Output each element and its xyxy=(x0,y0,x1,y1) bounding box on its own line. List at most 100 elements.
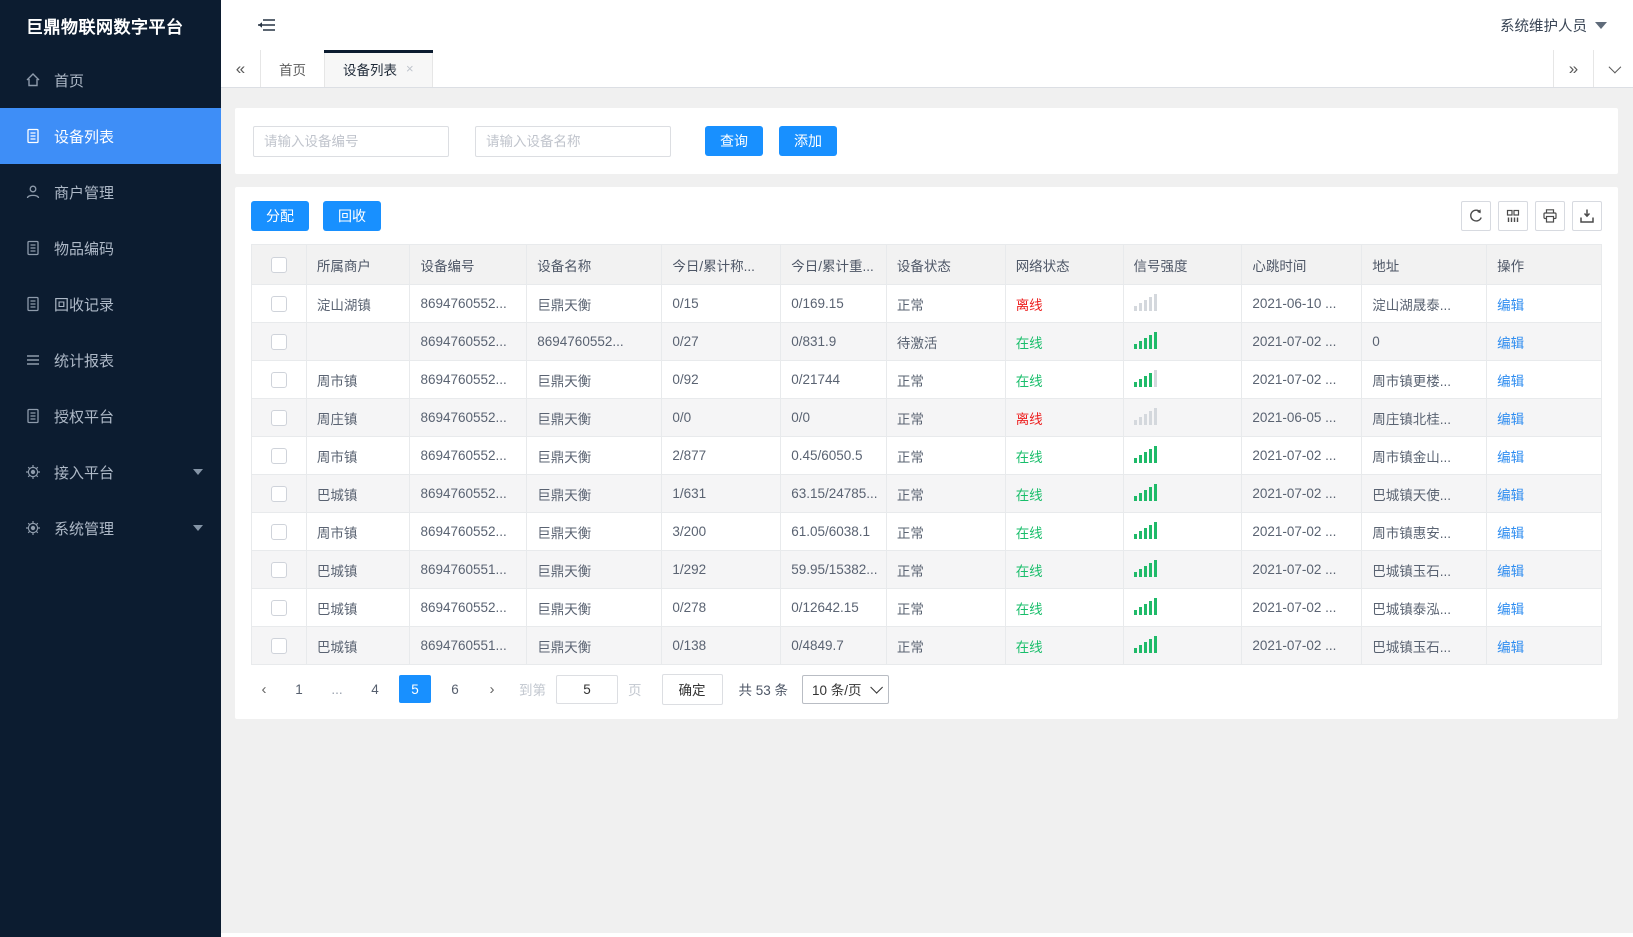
prev-page-icon[interactable]: ‹ xyxy=(251,675,277,703)
edit-link[interactable]: 编辑 xyxy=(1497,412,1524,427)
goto-label: 到第 xyxy=(519,683,546,698)
edit-link[interactable]: 编辑 xyxy=(1497,488,1524,503)
page-ellipsis: ... xyxy=(331,681,343,697)
edit-link[interactable]: 编辑 xyxy=(1497,640,1524,655)
cell-merchant: 巴城镇 xyxy=(305,550,411,589)
cell-device_status: 正常 xyxy=(885,398,1006,437)
tab-home[interactable]: 首页 xyxy=(261,50,325,87)
row-checkbox[interactable] xyxy=(270,561,287,578)
cell-device_name: 巨鼎天衡 xyxy=(526,398,663,437)
cell-address: 巴城镇泰泓... xyxy=(1361,588,1488,627)
edit-link[interactable]: 编辑 xyxy=(1497,298,1524,313)
user-menu[interactable]: 系统维护人员 xyxy=(1500,15,1607,36)
page-button-6[interactable]: 6 xyxy=(441,675,469,703)
sidebar-item-home[interactable]: 首页 xyxy=(0,52,221,108)
cell-net_status: 在线 xyxy=(1004,550,1124,589)
row-checkbox[interactable] xyxy=(270,447,287,464)
cell-merchant: 周市镇 xyxy=(305,436,411,475)
sidebar-item-authorize[interactable]: 授权平台 xyxy=(0,388,221,444)
cell-device_status: 正常 xyxy=(885,474,1006,513)
sidebar-item-access-platform[interactable]: 接入平台 xyxy=(0,444,221,500)
sidebar-item-label: 统计报表 xyxy=(54,352,115,370)
net-status-badge: 离线 xyxy=(1015,411,1043,427)
download-icon[interactable] xyxy=(1572,201,1602,231)
query-button[interactable]: 查询 xyxy=(705,126,763,156)
tabs-menu-icon[interactable] xyxy=(1593,50,1633,87)
cell-today_weight: 63.15/24785... xyxy=(780,474,887,513)
row-checkbox[interactable] xyxy=(270,523,287,540)
cell-merchant: 周市镇 xyxy=(305,360,411,399)
table-row: 周市镇 8694760552... 巨鼎天衡 0/92 0/21744 正常 在线 2021-… xyxy=(251,360,1602,399)
cell-heartbeat: 2021-07-02 ... xyxy=(1241,550,1363,589)
row-checkbox[interactable] xyxy=(270,599,287,616)
assign-button[interactable]: 分配 xyxy=(251,201,309,231)
cell-signal xyxy=(1122,322,1243,361)
cell-today_weight: 0/831.9 xyxy=(780,322,887,361)
page-size-value: 10 条/页 xyxy=(812,683,862,698)
table-row: 周市镇 8694760552... 巨鼎天衡 3/200 61.05/6038.1 正常在… xyxy=(251,512,1602,551)
next-page-icon[interactable]: › xyxy=(479,675,505,703)
table-tool-icons xyxy=(1461,201,1602,231)
main-area: 系统维护人员 « 首页 设备列表 × » 查 xyxy=(221,0,1633,937)
table-row: 周市镇 8694760552... 巨鼎天衡 2/877 0.45/6050.5 正常 在线… xyxy=(251,436,1602,475)
row-checkbox[interactable] xyxy=(270,485,287,502)
device-no-input[interactable] xyxy=(253,125,449,157)
signal-strength-icon xyxy=(1133,483,1157,501)
page-button-5[interactable]: 5 xyxy=(399,675,431,703)
column-header: 设备名称 xyxy=(526,244,663,285)
cell-today_weight: 0/12642.15 xyxy=(780,588,887,627)
cell-action: 编辑 xyxy=(1486,398,1602,437)
edit-link[interactable]: 编辑 xyxy=(1497,450,1524,465)
add-button[interactable]: 添加 xyxy=(779,126,837,156)
goto-page-input[interactable] xyxy=(556,674,618,704)
recycle-button[interactable]: 回收 xyxy=(323,201,381,231)
recycle-record-icon xyxy=(24,295,42,313)
edit-link[interactable]: 编辑 xyxy=(1497,602,1524,617)
sidebar-item-recycle-record[interactable]: 回收记录 xyxy=(0,276,221,332)
print-icon[interactable] xyxy=(1535,201,1565,231)
row-checkbox[interactable] xyxy=(270,295,287,312)
cell-address: 周市镇更楼... xyxy=(1361,360,1488,399)
row-checkbox[interactable] xyxy=(270,409,287,426)
columns-icon[interactable] xyxy=(1498,201,1528,231)
edit-link[interactable]: 编辑 xyxy=(1497,336,1524,351)
sidebar-toggle-icon[interactable] xyxy=(257,16,279,34)
sidebar-item-system-manage[interactable]: 系统管理 xyxy=(0,500,221,556)
cell-heartbeat: 2021-07-02 ... xyxy=(1241,436,1363,475)
edit-link[interactable]: 编辑 xyxy=(1497,374,1524,389)
sidebar-item-item-code[interactable]: 物品编码 xyxy=(0,220,221,276)
cell-action: 编辑 xyxy=(1486,360,1602,399)
page-word: 页 xyxy=(628,683,642,698)
row-checkbox[interactable] xyxy=(270,371,287,388)
close-icon[interactable]: × xyxy=(406,62,414,75)
signal-strength-icon xyxy=(1133,597,1157,615)
page-size-select[interactable]: 10 条/页 xyxy=(802,674,889,704)
tabs-scroll-left-icon[interactable]: « xyxy=(221,50,261,87)
sidebar-item-label: 系统管理 xyxy=(54,520,115,538)
sidebar-item-device-list[interactable]: 设备列表 xyxy=(0,108,221,164)
tab-bar: « 首页 设备列表 × » xyxy=(221,50,1633,88)
table-row: 巴城镇 8694760552... 巨鼎天衡 0/278 0/12642.15 正常 在线 2… xyxy=(251,588,1602,627)
tab-device-list[interactable]: 设备列表 × xyxy=(324,50,433,87)
page-button-4[interactable]: 4 xyxy=(361,675,389,703)
sidebar-item-merchant[interactable]: 商户管理 xyxy=(0,164,221,220)
refresh-icon[interactable] xyxy=(1461,201,1491,231)
tab-label: 首页 xyxy=(279,62,306,78)
row-checkbox[interactable] xyxy=(270,333,287,350)
cell-address: 0 xyxy=(1361,322,1488,361)
page-button-1[interactable]: 1 xyxy=(285,675,313,703)
select-all-checkbox[interactable] xyxy=(270,256,287,273)
signal-strength-icon xyxy=(1133,635,1157,653)
cell-device_name: 巨鼎天衡 xyxy=(526,436,663,475)
cell-signal xyxy=(1122,474,1243,513)
net-status-badge: 离线 xyxy=(1015,297,1043,313)
row-checkbox[interactable] xyxy=(270,637,287,654)
table-header-row: 所属商户 设备编号 设备名称 今日/累计称... 今日/累计重... 设备状态 网络状态 信号… xyxy=(251,244,1602,285)
tabs-scroll-right-icon[interactable]: » xyxy=(1553,50,1593,87)
edit-link[interactable]: 编辑 xyxy=(1497,564,1524,579)
sidebar-item-report[interactable]: 统计报表 xyxy=(0,332,221,388)
confirm-button[interactable]: 确定 xyxy=(661,673,723,705)
device-name-input[interactable] xyxy=(475,125,671,157)
edit-link[interactable]: 编辑 xyxy=(1497,526,1524,541)
cell-heartbeat: 2021-07-02 ... xyxy=(1241,512,1363,551)
